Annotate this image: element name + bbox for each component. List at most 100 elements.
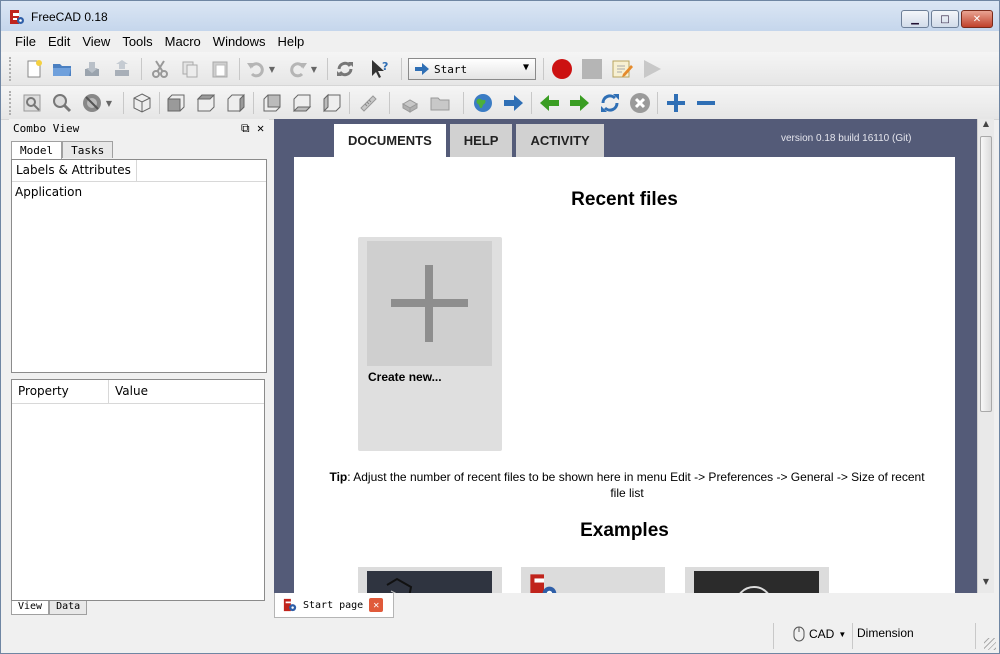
status-separator xyxy=(852,623,853,649)
start-page-scrollbar[interactable]: ▲ ▼ xyxy=(977,119,994,593)
view-right-icon[interactable] xyxy=(223,90,249,116)
start-page-tabs: DOCUMENTS HELP ACTIVITY xyxy=(334,124,604,158)
tab-tasks[interactable]: Tasks xyxy=(62,141,114,158)
zoom-in-icon[interactable] xyxy=(663,90,689,116)
create-group-icon[interactable] xyxy=(427,90,453,116)
toolbar-separator xyxy=(389,92,390,114)
documents-page: Recent files Create new... Tip: Adjust t… xyxy=(294,157,955,593)
menu-macro[interactable]: Macro xyxy=(159,31,207,52)
example-card[interactable] xyxy=(685,567,829,593)
cut-icon[interactable] xyxy=(147,56,173,82)
resize-grip-icon[interactable] xyxy=(984,638,996,650)
close-button[interactable]: ✕ xyxy=(961,10,993,28)
macro-stop-icon[interactable] xyxy=(579,56,605,82)
view-isometric-icon[interactable] xyxy=(129,90,155,116)
navigation-style-selector[interactable]: CAD ▼ xyxy=(793,626,846,642)
freecad-logo-icon xyxy=(10,10,24,24)
view-bottom-icon[interactable] xyxy=(289,90,315,116)
redo-dropdown-icon[interactable]: ▼ xyxy=(307,56,321,82)
workbench-selector[interactable]: Start ▼ xyxy=(408,58,536,80)
create-new-card[interactable]: Create new... xyxy=(358,237,502,451)
svg-text:?: ? xyxy=(382,60,388,73)
model-tree: Labels & Attributes Application xyxy=(11,159,267,373)
mouse-icon xyxy=(793,626,805,642)
document-tab-start-page[interactable]: Start page ✕ xyxy=(274,593,394,618)
tab-activity[interactable]: ACTIVITY xyxy=(516,124,604,157)
view-left-icon[interactable] xyxy=(319,90,345,116)
new-document-icon[interactable] xyxy=(21,56,47,82)
whats-this-icon[interactable]: ? xyxy=(367,56,393,82)
create-part-icon[interactable] xyxy=(397,90,423,116)
web-forward-icon[interactable] xyxy=(566,90,592,116)
property-view: Property Value xyxy=(11,379,265,601)
toolbar-separator xyxy=(401,58,402,80)
scrollbar-thumb[interactable] xyxy=(980,136,992,412)
tip-body: : Adjust the number of recent files to b… xyxy=(347,470,925,500)
refresh-icon[interactable] xyxy=(332,56,358,82)
example-card[interactable] xyxy=(358,567,502,593)
menu-view[interactable]: View xyxy=(76,31,116,52)
measure-distance-icon[interactable] xyxy=(355,90,381,116)
save-icon[interactable] xyxy=(79,56,105,82)
create-new-label: Create new... xyxy=(368,370,442,384)
toolbar-grip[interactable] xyxy=(9,57,13,81)
tab-help[interactable]: HELP xyxy=(449,124,513,157)
zoom-out-icon[interactable] xyxy=(693,90,719,116)
open-folder-icon[interactable] xyxy=(49,56,75,82)
toolbar-separator xyxy=(531,92,532,114)
tree-header-labels[interactable]: Labels & Attributes xyxy=(12,160,137,181)
float-panel-icon[interactable]: ⧉ xyxy=(241,121,250,136)
plus-icon xyxy=(391,265,468,342)
macro-run-icon[interactable] xyxy=(639,56,665,82)
start-page-area: DOCUMENTS HELP ACTIVITY version 0.18 bui… xyxy=(274,119,977,593)
property-column-header[interactable]: Property xyxy=(12,380,109,403)
close-tab-icon[interactable]: ✕ xyxy=(369,598,384,612)
menu-help[interactable]: Help xyxy=(272,31,311,52)
web-back-icon[interactable] xyxy=(537,90,563,116)
toolbar-separator xyxy=(123,92,124,114)
arrow-right-icon xyxy=(415,63,429,75)
macro-record-icon[interactable] xyxy=(549,56,575,82)
minimize-button[interactable]: ▁ xyxy=(901,10,929,28)
scroll-down-icon[interactable]: ▼ xyxy=(978,577,994,593)
view-rear-icon[interactable] xyxy=(259,90,285,116)
fit-all-icon[interactable] xyxy=(19,90,45,116)
tree-item-application[interactable]: Application xyxy=(12,182,266,202)
copy-icon[interactable] xyxy=(177,56,203,82)
tab-documents[interactable]: DOCUMENTS xyxy=(334,124,446,158)
chevron-down-icon: ▼ xyxy=(522,62,529,73)
tab-view[interactable]: View xyxy=(11,601,50,615)
toolbar-separator xyxy=(327,58,328,80)
menu-file[interactable]: File xyxy=(9,31,42,52)
property-tabs: View Data xyxy=(11,601,88,615)
web-set-url-icon[interactable] xyxy=(500,90,526,116)
recent-files-heading: Recent files xyxy=(571,189,678,210)
value-column-header[interactable]: Value xyxy=(109,380,259,403)
scroll-up-icon[interactable]: ▲ xyxy=(978,119,994,135)
toolbar-grip[interactable] xyxy=(9,91,13,115)
web-globe-icon[interactable] xyxy=(470,90,496,116)
web-stop-icon[interactable] xyxy=(627,90,653,116)
menu-windows[interactable]: Windows xyxy=(207,31,272,52)
undo-dropdown-icon[interactable]: ▼ xyxy=(265,56,279,82)
tab-model[interactable]: Model xyxy=(11,141,63,159)
view-top-icon[interactable] xyxy=(193,90,219,116)
window-title: FreeCAD 0.18 xyxy=(31,10,108,24)
maximize-button[interactable]: □ xyxy=(931,10,959,28)
tab-data[interactable]: Data xyxy=(49,601,88,615)
create-new-thumbnail xyxy=(367,241,492,366)
example-card[interactable] xyxy=(521,567,665,593)
save-as-icon[interactable] xyxy=(109,56,135,82)
paste-icon[interactable] xyxy=(207,56,233,82)
combo-tabs: Model Tasks xyxy=(11,141,114,159)
web-refresh-icon[interactable] xyxy=(597,90,623,116)
view-front-icon[interactable] xyxy=(163,90,189,116)
macro-edit-icon[interactable] xyxy=(609,56,635,82)
menu-tools[interactable]: Tools xyxy=(116,31,158,52)
draw-style-dropdown-icon[interactable]: ▼ xyxy=(102,90,116,116)
tip-label: Tip xyxy=(329,470,348,484)
fit-selection-icon[interactable] xyxy=(49,90,75,116)
toolbar-separator xyxy=(543,58,544,80)
menu-edit[interactable]: Edit xyxy=(42,31,76,52)
close-panel-icon[interactable]: ✕ xyxy=(257,121,264,135)
